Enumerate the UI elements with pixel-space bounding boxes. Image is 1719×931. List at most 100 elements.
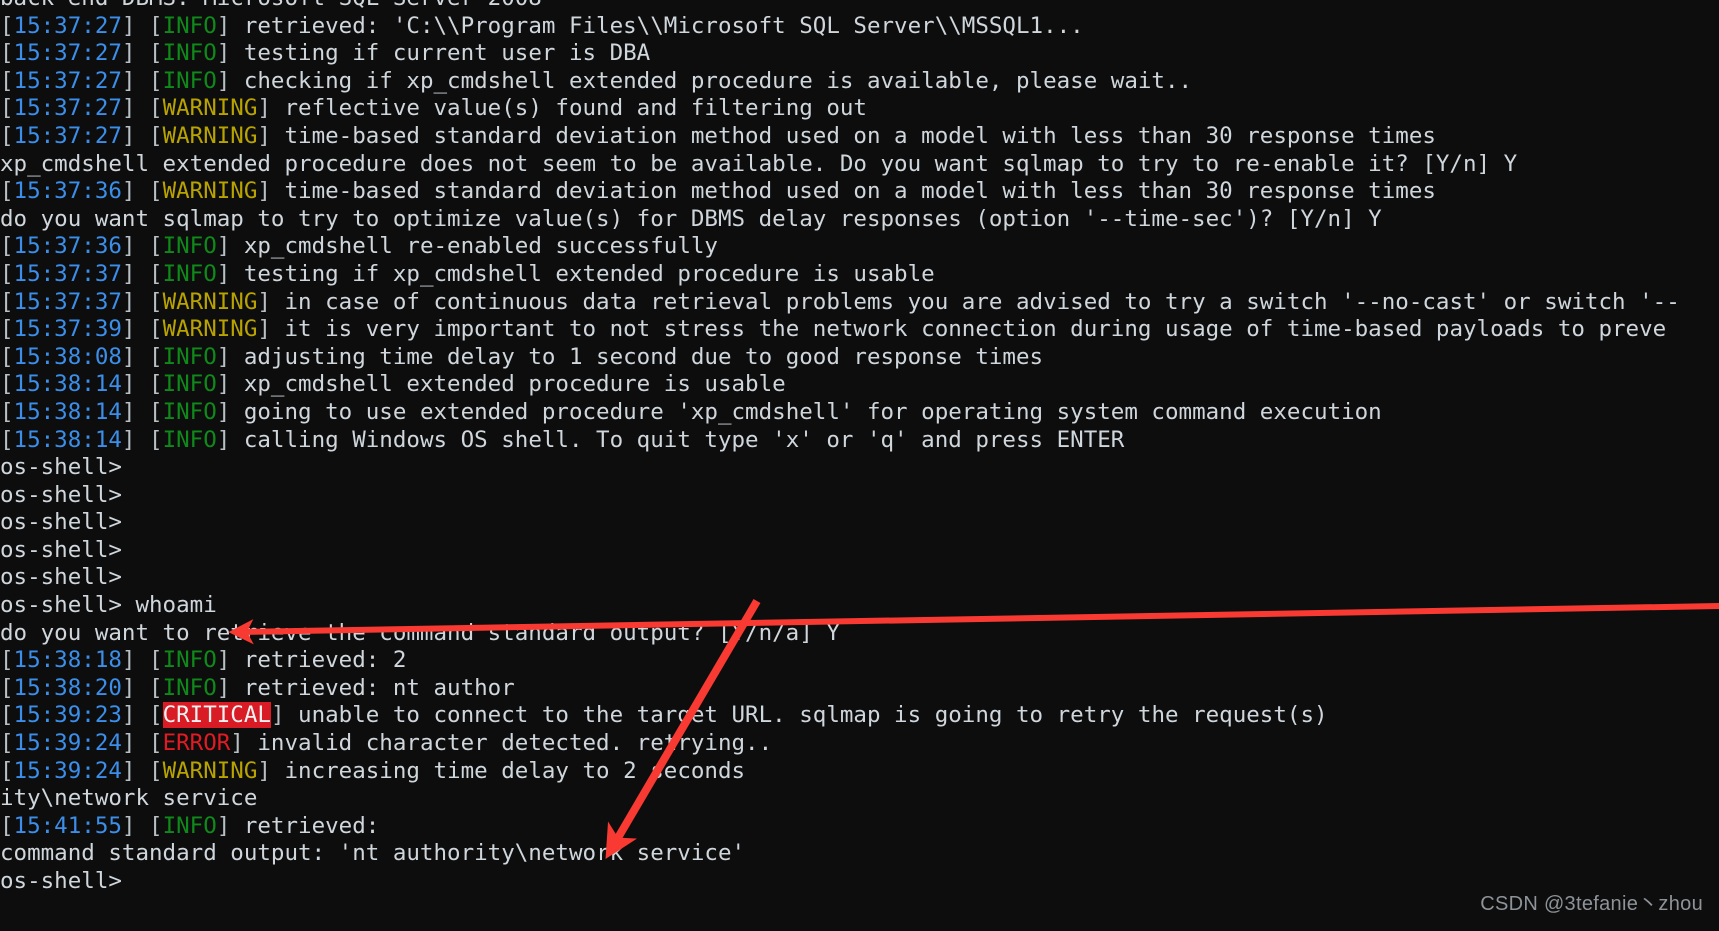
bracket: ] <box>230 730 258 757</box>
log-message: checking if xp_cmdshell extended procedu… <box>243 67 1193 94</box>
log-message: time-based standard deviation method use… <box>284 122 1436 149</box>
log-message: time-based standard deviation method use… <box>284 178 1436 205</box>
log-level-badge: INFO <box>162 674 217 701</box>
bracket: [ <box>0 812 14 839</box>
bracket: ] <box>216 674 244 701</box>
log-level-badge: WARNING <box>162 288 258 315</box>
terminal-prompt-line[interactable]: os-shell> <box>0 482 1719 510</box>
bracket: ] <box>257 288 285 315</box>
log-timestamp: 15:37:37 <box>13 288 122 315</box>
log-level-badge: INFO <box>162 371 217 398</box>
terminal-log-line: [15:37:36] [WARNING] time-based standard… <box>0 178 1719 206</box>
bracket: ] <box>216 40 244 67</box>
shell-prompt: os-shell> <box>0 868 122 894</box>
terminal-log-line: [15:41:55] [INFO] retrieved: <box>0 813 1719 841</box>
bracket: ] <box>270 702 299 729</box>
shell-prompt: os-shell> <box>0 509 122 536</box>
terminal-text: ity\network service <box>0 785 258 812</box>
terminal-prompt-line[interactable]: os-shell> <box>0 868 1719 896</box>
terminal-log-line: [15:38:08] [INFO] adjusting time delay t… <box>0 344 1719 372</box>
bracket: ] [ <box>121 288 163 315</box>
bracket: ] <box>257 122 285 149</box>
bracket: ] <box>216 233 244 260</box>
terminal-prompt-line[interactable]: os-shell> <box>0 537 1719 565</box>
bracket: [ <box>0 757 14 784</box>
bracket: ] [ <box>121 122 163 149</box>
log-message: increasing time delay to 2 seconds <box>284 757 746 784</box>
bracket: ] <box>216 398 244 425</box>
bracket: [ <box>0 233 14 260</box>
terminal-log-line: [15:37:27] [INFO] checking if xp_cmdshel… <box>0 68 1719 96</box>
log-timestamp: 15:38:20 <box>13 674 122 701</box>
bracket: ] [ <box>121 757 163 784</box>
terminal-text-line: ity\network service <box>0 785 1719 813</box>
log-message: retrieved: 2 <box>243 647 407 674</box>
log-message: going to use extended procedure 'xp_cmds… <box>243 398 1382 425</box>
terminal-text: command standard output: 'nt authority\n… <box>0 840 746 867</box>
bracket: [ <box>0 178 14 205</box>
terminal-output[interactable]: back-end DBMS: Microsoft SQL Server 2008… <box>0 0 1719 896</box>
bracket: ] [ <box>121 260 163 287</box>
terminal-log-line: [15:37:27] [INFO] testing if current use… <box>0 40 1719 68</box>
shell-prompt: os-shell> <box>0 564 122 591</box>
log-level-badge: INFO <box>162 398 217 425</box>
bracket: [ <box>0 316 14 343</box>
bracket: ] [ <box>121 316 163 343</box>
bracket: ] [ <box>121 812 163 839</box>
bracket: ] [ <box>121 702 163 729</box>
log-message: calling Windows OS shell. To quit type '… <box>243 426 1125 453</box>
terminal-text: do you want sqlmap to try to optimize va… <box>0 205 1382 232</box>
bracket: [ <box>0 122 14 149</box>
terminal-text-line: back-end DBMS: Microsoft SQL Server 2008 <box>0 0 1719 13</box>
terminal-log-line: [15:39:24] [WARNING] increasing time del… <box>0 758 1719 786</box>
bracket: [ <box>0 12 14 39</box>
log-level-badge: INFO <box>162 67 217 94</box>
terminal-prompt-line[interactable]: os-shell> whoami <box>0 592 1719 620</box>
log-level-badge: INFO <box>162 40 217 67</box>
terminal-log-line: [15:38:20] [INFO] retrieved: nt author <box>0 675 1719 703</box>
log-timestamp: 15:37:36 <box>13 233 122 260</box>
bracket: ] [ <box>121 40 163 67</box>
log-timestamp: 15:37:37 <box>13 260 122 287</box>
terminal-log-line: [15:39:23] [CRITICAL] unable to connect … <box>0 702 1719 730</box>
terminal-prompt-line[interactable]: os-shell> <box>0 564 1719 592</box>
terminal-log-line: [15:38:14] [INFO] going to use extended … <box>0 399 1719 427</box>
terminal-prompt-line[interactable]: os-shell> <box>0 509 1719 537</box>
log-message: invalid character detected. retrying.. <box>257 730 773 757</box>
bracket: ] [ <box>121 730 163 757</box>
bracket: [ <box>0 288 14 315</box>
bracket: [ <box>0 40 14 67</box>
log-level-badge: ERROR <box>162 730 231 757</box>
log-level-badge: INFO <box>162 812 217 839</box>
log-level-badge: INFO <box>162 647 217 674</box>
bracket: ] [ <box>121 233 163 260</box>
terminal-text-line: xp_cmdshell extended procedure does not … <box>0 151 1719 179</box>
log-timestamp: 15:38:14 <box>13 371 122 398</box>
bracket: ] [ <box>121 426 163 453</box>
terminal-text: xp_cmdshell extended procedure does not … <box>0 150 1518 177</box>
bracket: ] <box>216 371 244 398</box>
terminal-text: back-end DBMS: Microsoft SQL Server 2008 <box>0 0 542 11</box>
bracket: ] [ <box>121 12 163 39</box>
log-timestamp: 15:41:55 <box>13 812 122 839</box>
bracket: ] <box>216 260 244 287</box>
bracket: ] <box>216 812 244 839</box>
bracket: ] [ <box>121 95 163 122</box>
bracket: ] <box>257 95 285 122</box>
terminal-log-line: [15:37:37] [INFO] testing if xp_cmdshell… <box>0 261 1719 289</box>
log-timestamp: 15:38:08 <box>13 343 122 370</box>
terminal-prompt-line[interactable]: os-shell> <box>0 454 1719 482</box>
log-level-badge: WARNING <box>162 757 258 784</box>
log-timestamp: 15:37:36 <box>13 178 122 205</box>
log-message: retrieved: 'C:\\Program Files\\Microsoft… <box>243 12 1084 39</box>
log-timestamp: 15:37:27 <box>13 95 122 122</box>
terminal-log-line: [15:37:37] [WARNING] in case of continuo… <box>0 289 1719 317</box>
log-message: testing if xp_cmdshell extended procedur… <box>243 260 935 287</box>
terminal-log-line: [15:39:24] [ERROR] invalid character det… <box>0 730 1719 758</box>
terminal-text: do you want to retrieve the command stan… <box>0 619 840 646</box>
shell-prompt: os-shell> <box>0 454 122 481</box>
bracket: ] <box>216 426 244 453</box>
log-message: reflective value(s) found and filtering … <box>284 95 867 122</box>
bracket: [ <box>0 67 14 94</box>
bracket: ] <box>257 178 285 205</box>
